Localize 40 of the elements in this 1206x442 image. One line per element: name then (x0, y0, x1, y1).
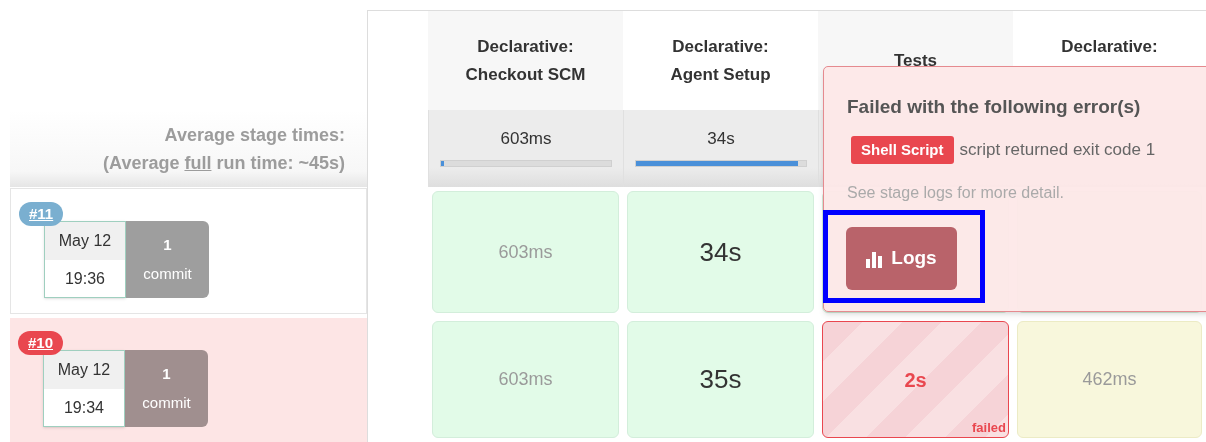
commits-box[interactable]: 1 commit (126, 221, 209, 298)
build-number-badge[interactable]: #10 (18, 331, 64, 355)
commits-box[interactable]: 1 commit (125, 350, 208, 427)
failed-label: failed (972, 418, 1006, 437)
commit-count: 1 (162, 364, 171, 384)
step-badge: Shell Script (851, 135, 954, 164)
average-duration: 34s (707, 128, 735, 150)
average-run-time-label: (Average full run time: ~45s) (103, 151, 345, 175)
stage-name: Declarative: (672, 35, 769, 58)
popup-title: Failed with the following error(s) (847, 95, 1142, 119)
commit-label: commit (142, 392, 191, 413)
stage-cell[interactable]: 603ms (432, 191, 619, 313)
stage-duration: 2s (904, 367, 927, 393)
stage-name: Checkout SCM (465, 63, 586, 86)
stage-duration: 603ms (498, 368, 553, 391)
build-time: 19:34 (62, 397, 105, 418)
logs-button[interactable]: Logs (846, 227, 957, 290)
popup-hint: See stage logs for more detail. (847, 183, 1065, 203)
build-number-badge[interactable]: #11 (19, 202, 64, 226)
stage-cell[interactable]: 34s (627, 191, 814, 313)
stage-cell[interactable]: 35s (627, 321, 814, 438)
build-time: 19:36 (63, 268, 106, 289)
average-stage-times-label: Average stage times: (164, 123, 345, 147)
stage-name: Declarative: (477, 35, 574, 58)
stage-name: Declarative: (1061, 35, 1158, 58)
build-date: May 12 (45, 222, 125, 260)
average-duration: 603ms (500, 128, 552, 150)
stage-duration: 603ms (498, 240, 553, 264)
stage-name: Agent Setup (670, 63, 771, 86)
error-message: script returned exit code 1 (959, 139, 1156, 161)
stage-cell[interactable]: 603ms (432, 321, 619, 438)
stage-duration: 34s (699, 235, 742, 269)
commit-label: commit (143, 263, 192, 284)
stage-duration: 35s (699, 363, 742, 396)
stage-cell[interactable]: 2s failed (822, 321, 1009, 438)
build-date: May 12 (44, 351, 124, 389)
stage-duration: 462ms (1082, 368, 1137, 391)
stage-name: Tests (893, 49, 938, 72)
stage-cell[interactable]: 462ms (1017, 321, 1202, 438)
commit-count: 1 (163, 235, 172, 255)
